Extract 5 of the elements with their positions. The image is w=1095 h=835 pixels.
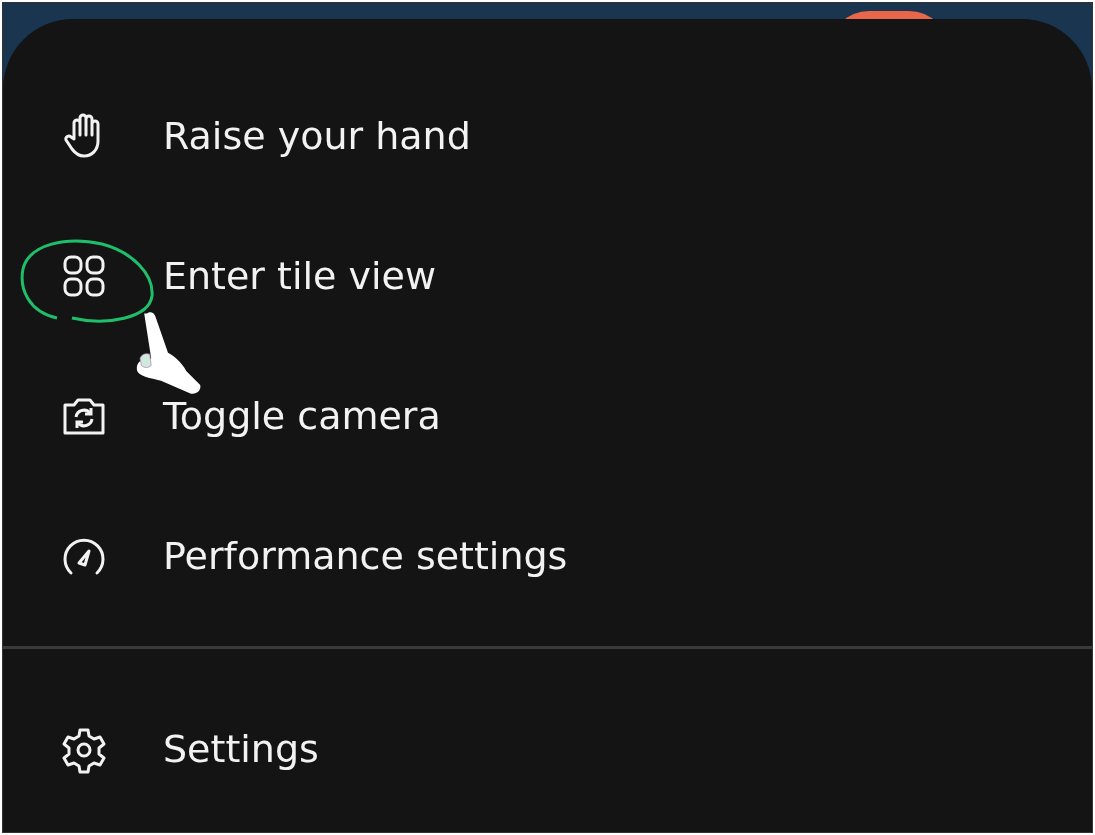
menu-item-label[interactable]: Enter tile view — [163, 247, 437, 305]
menu-item-label[interactable]: Performance settings — [163, 527, 568, 585]
menu-item-label[interactable]: Settings — [163, 720, 319, 778]
menu-item-label[interactable]: Toggle camera — [163, 387, 441, 445]
menu-item-label[interactable]: Raise your hand — [163, 107, 471, 165]
